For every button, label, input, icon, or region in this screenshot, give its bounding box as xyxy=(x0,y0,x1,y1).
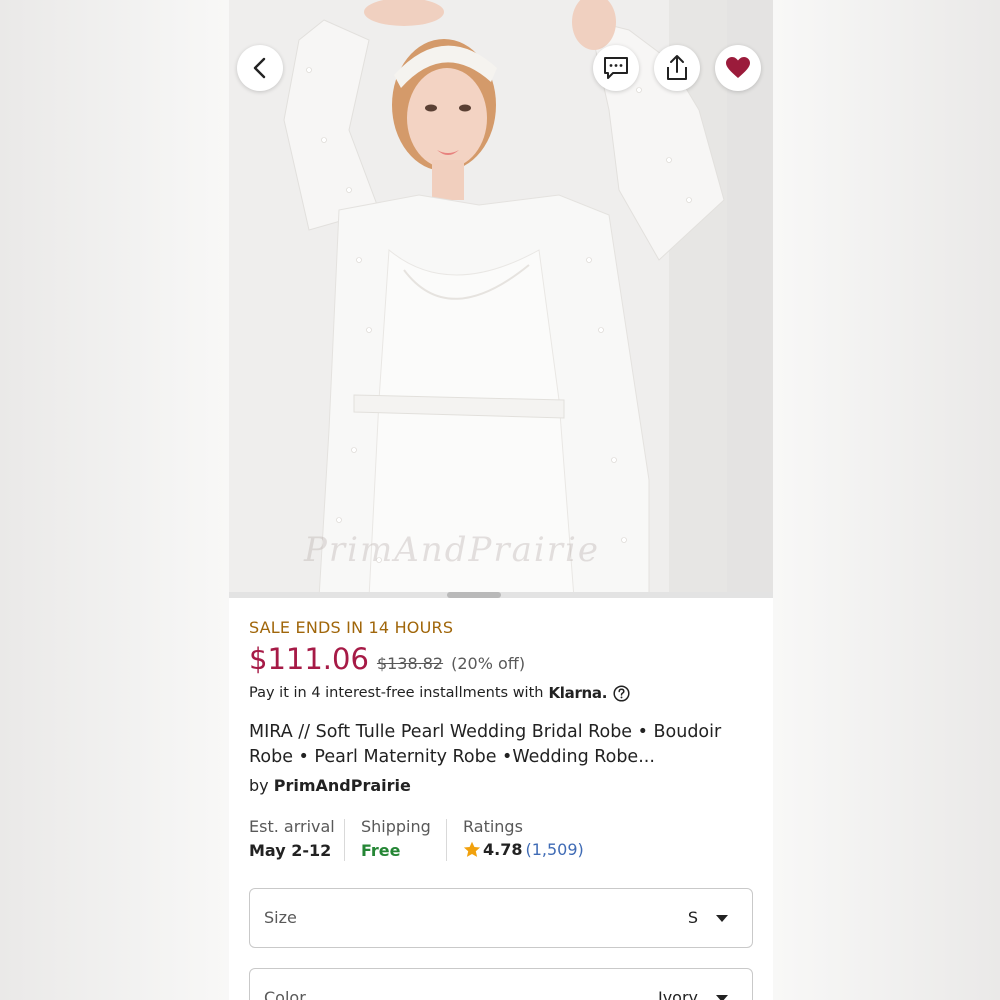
size-label: Size xyxy=(264,908,297,927)
star-icon xyxy=(463,841,481,857)
backdrop-left xyxy=(0,0,229,1000)
rating-summary[interactable]: 4.78 (1,509) xyxy=(463,840,584,859)
heart-icon xyxy=(726,57,750,78)
divider xyxy=(344,819,345,861)
arrival-label: Est. arrival xyxy=(249,817,335,836)
shipping-column: Shipping Free xyxy=(361,817,431,860)
installments-text: Pay it in 4 interest-free installments w… xyxy=(249,685,544,701)
rating-count-link[interactable]: (1,509) xyxy=(525,840,583,859)
image-scroll-track xyxy=(229,592,773,598)
seller-prefix: by xyxy=(249,776,269,795)
shipping-value: Free xyxy=(361,841,401,860)
size-value: S xyxy=(687,908,698,927)
back-button[interactable] xyxy=(237,45,283,91)
ratings-label: Ratings xyxy=(463,817,523,836)
shipping-label: Shipping xyxy=(361,817,431,836)
caret-down-icon xyxy=(716,915,728,922)
seller-link[interactable]: PrimAndPrairie xyxy=(274,776,411,795)
arrival-value: May 2-12 xyxy=(249,841,332,860)
arrival-column: Est. arrival May 2-12 xyxy=(249,817,335,860)
product-photo xyxy=(229,0,727,598)
delivery-details: Est. arrival May 2-12 Shipping Free Rati… xyxy=(249,817,753,865)
rating-value: 4.78 xyxy=(483,840,523,859)
favorite-button[interactable] xyxy=(715,45,761,91)
product-image-carousel[interactable]: PrimAndPrairie xyxy=(229,0,773,598)
divider xyxy=(446,819,447,861)
message-icon xyxy=(604,57,628,79)
ratings-column[interactable]: Ratings 4.78 (1,509) xyxy=(463,817,584,859)
phone-screen: PrimAndPrairie SALE ENDS IN 14 HOURS $11… xyxy=(229,0,773,1000)
share-button[interactable] xyxy=(654,45,700,91)
color-value: Ivory xyxy=(657,988,698,1000)
sale-countdown: SALE ENDS IN 14 HOURS xyxy=(249,618,454,637)
image-watermark: PrimAndPrairie xyxy=(304,530,600,570)
seller-row: by PrimAndPrairie xyxy=(249,776,411,795)
installments-row: Pay it in 4 interest-free installments w… xyxy=(249,684,630,702)
klarna-brand: Klarna. xyxy=(548,684,608,702)
color-select[interactable]: Color Ivory xyxy=(249,968,753,1000)
image-scroll-thumb[interactable] xyxy=(447,592,501,598)
price-row: $111.06 $138.82 (20% off) xyxy=(249,642,525,676)
chevron-left-icon xyxy=(253,57,266,79)
caret-down-icon xyxy=(716,995,728,1000)
discount-label: (20% off) xyxy=(451,654,526,673)
share-icon xyxy=(667,55,687,80)
original-price: $138.82 xyxy=(376,654,444,673)
color-label: Color xyxy=(264,988,306,1000)
message-seller-button[interactable] xyxy=(593,45,639,91)
backdrop-right xyxy=(773,0,1000,1000)
size-select[interactable]: Size S xyxy=(249,888,753,948)
model-illustration xyxy=(229,0,727,598)
help-icon[interactable] xyxy=(613,684,630,702)
product-title: MIRA // Soft Tulle Pearl Wedding Bridal … xyxy=(249,722,722,767)
sale-price: $111.06 xyxy=(249,642,369,676)
